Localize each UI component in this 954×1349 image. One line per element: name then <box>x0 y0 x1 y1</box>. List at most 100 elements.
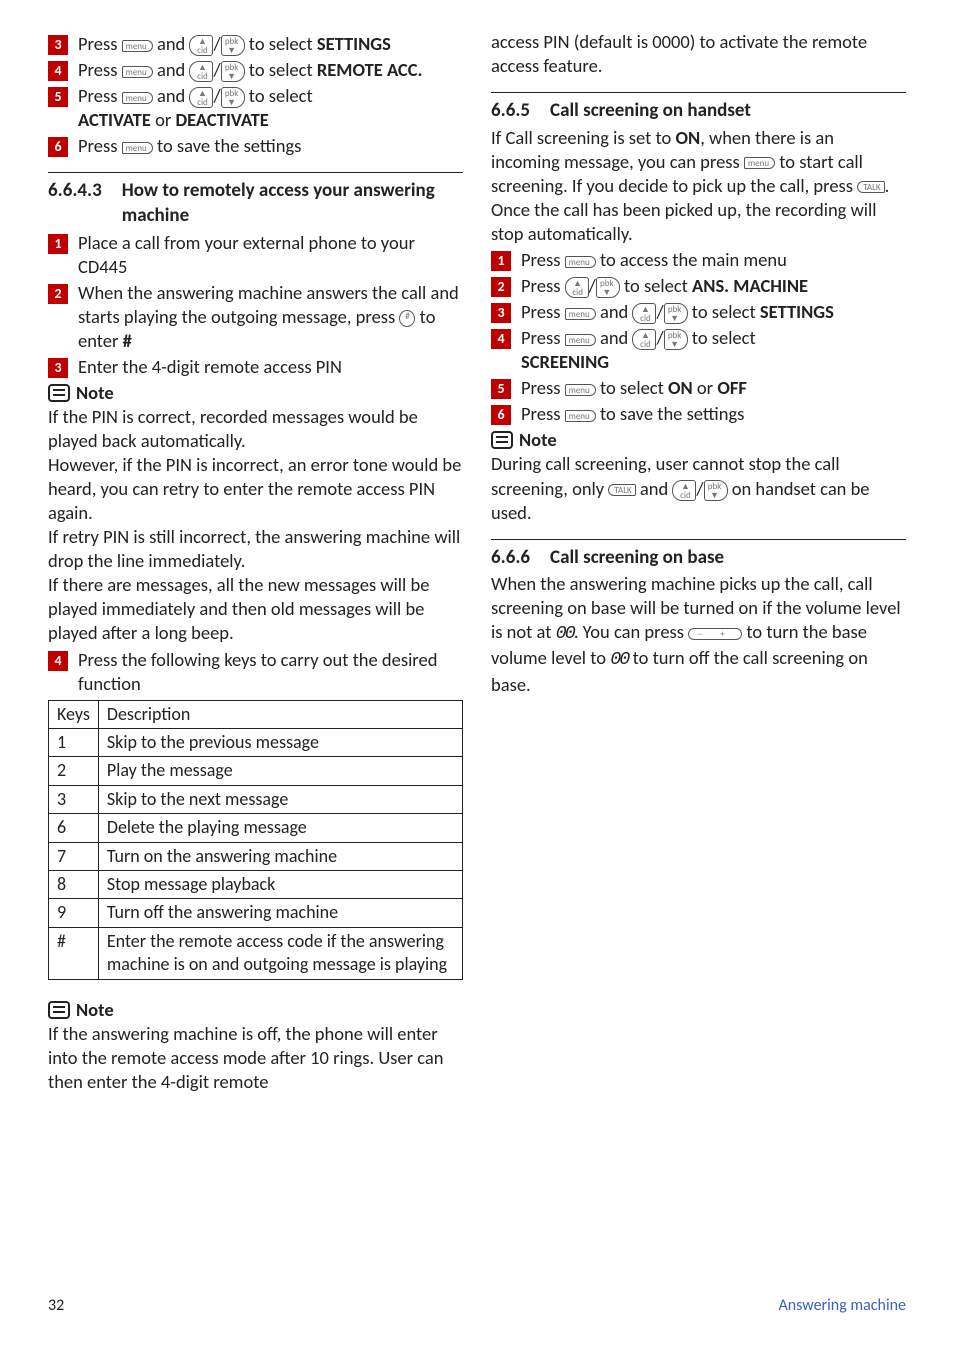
step-number-2: 2 <box>491 277 511 297</box>
table-row: 9Turn off the answering machine <box>49 899 463 927</box>
step-number-3b: 3 <box>48 358 68 378</box>
text: to select <box>249 32 313 55</box>
right-column: access PIN (default is 0000) to activate… <box>491 30 906 1094</box>
text: and <box>640 477 668 500</box>
step-5: 5 Press menu and ▲cid/pbk▼ to select ACT… <box>48 84 463 132</box>
menu-key-icon: menu <box>565 256 596 268</box>
step-number-6: 6 <box>491 405 511 425</box>
r-step-4: 4 Press menu and ▲cid/pbk▼ to select SCR… <box>491 326 906 374</box>
up-key-icon: ▲cid <box>672 480 696 501</box>
target: SETTINGS <box>760 300 834 323</box>
hash-key-icon: # <box>399 310 415 327</box>
down-key-icon: pbk▼ <box>221 35 245 56</box>
up-key-icon: ▲cid <box>189 35 213 56</box>
text: to select <box>600 376 664 399</box>
target-a: ACTIVATE <box>78 108 151 131</box>
up-key-icon: ▲cid <box>632 329 656 350</box>
heading-665: 6.6.5 Call screening on handset <box>491 99 906 124</box>
heading-title: Call screening on handset <box>550 99 751 124</box>
text: and <box>157 58 185 81</box>
step-4b: 4 Press the following keys to carry out … <box>48 648 463 696</box>
step-number-1: 1 <box>491 251 511 271</box>
step-3b: 3 Enter the 4-digit remote access PIN <box>48 355 463 379</box>
step-number-3: 3 <box>48 35 68 55</box>
text: and <box>600 326 628 349</box>
down-key-icon: pbk▼ <box>221 61 245 82</box>
step-3: 3 Press menu and ▲cid/pbk▼ to select SET… <box>48 32 463 56</box>
step-1: 1 Place a call from your external phone … <box>48 231 463 279</box>
step-number-2: 2 <box>48 284 68 304</box>
note-label: Note <box>76 381 114 405</box>
text: Press the following keys to carry out th… <box>78 648 463 696</box>
segment-display: 00 <box>610 649 628 670</box>
table-row: #Enter the remote access code if the ans… <box>49 927 463 979</box>
heading-6643: 6.6.4.3 How to remotely access your answ… <box>48 179 463 228</box>
step-number-3: 3 <box>491 303 511 323</box>
text: Press <box>521 376 560 399</box>
hash: # <box>123 329 132 352</box>
note-icon <box>48 384 70 402</box>
note-body-r: During call screening, user cannot stop … <box>491 452 906 524</box>
note-label: Note <box>519 428 557 452</box>
menu-key-icon: menu <box>122 92 153 104</box>
volume-key-icon: − + <box>688 628 742 640</box>
text: . You can press <box>574 620 684 643</box>
menu-key-icon: menu <box>744 157 775 169</box>
paragraph-665: If Call screening is set to ON, when the… <box>491 126 906 246</box>
text: and <box>600 300 628 323</box>
step-6: 6 Press menu to save the settings <box>48 134 463 158</box>
step-number-4b: 4 <box>48 651 68 671</box>
r-step-2: 2 Press ▲cid/pbk▼ to select ANS. MACHINE <box>491 274 906 298</box>
target: SETTINGS <box>317 32 391 55</box>
cell-desc: Stop message playback <box>98 870 462 898</box>
menu-key-icon: menu <box>122 66 153 78</box>
up-key-icon: ▲cid <box>632 303 656 324</box>
table-row: 1Skip to the previous message <box>49 728 463 756</box>
cell-key: # <box>49 927 99 979</box>
menu-key-icon: menu <box>122 40 153 52</box>
r-step-5: 5 Press menu to select ON or OFF <box>491 376 906 400</box>
text: to select <box>692 300 756 323</box>
heading-num: 6.6.4.3 <box>48 179 102 228</box>
divider <box>491 539 906 540</box>
segment-display: 00 <box>556 623 574 644</box>
step-2: 2 When the answering machine answers the… <box>48 281 463 353</box>
menu-key-icon: menu <box>122 142 153 154</box>
text: to access the main menu <box>600 248 787 271</box>
step-number-4: 4 <box>491 329 511 349</box>
text: to select <box>249 84 313 107</box>
talk-key-icon: TALK <box>608 484 635 496</box>
text: Press <box>521 326 560 349</box>
r-step-3: 3 Press menu and ▲cid/pbk▼ to select SET… <box>491 300 906 324</box>
note-icon <box>48 1001 70 1019</box>
text: Press <box>521 248 560 271</box>
cell-key: 6 <box>49 814 99 842</box>
talk-key-icon: TALK <box>857 181 884 193</box>
note-heading-r: Note <box>491 428 906 452</box>
r-step-1: 1 Press menu to access the main menu <box>491 248 906 272</box>
text: Press <box>78 58 117 81</box>
cell-key: 8 <box>49 870 99 898</box>
off: OFF <box>717 376 747 399</box>
step-number-5: 5 <box>491 379 511 399</box>
cell-key: 3 <box>49 785 99 813</box>
target: SCREENING <box>521 350 609 373</box>
th-desc: Description <box>98 700 462 728</box>
heading-666: 6.6.6 Call screening on base <box>491 546 906 571</box>
or: or <box>155 108 171 131</box>
down-key-icon: pbk▼ <box>704 480 728 501</box>
step-number-1: 1 <box>48 234 68 254</box>
heading-title: Call screening on base <box>550 546 724 571</box>
table-row: 6Delete the playing message <box>49 814 463 842</box>
text: Press <box>521 300 560 323</box>
cell-desc: Skip to the previous message <box>98 728 462 756</box>
menu-key-icon: menu <box>565 334 596 346</box>
page-number: 32 <box>48 1296 64 1315</box>
continuation-text: access PIN (default is 0000) to activate… <box>491 30 906 78</box>
down-key-icon: pbk▼ <box>664 303 688 324</box>
text: to save the settings <box>600 402 744 425</box>
or: or <box>697 376 713 399</box>
table-row: 8Stop message playback <box>49 870 463 898</box>
cell-desc: Turn on the answering machine <box>98 842 462 870</box>
cell-key: 9 <box>49 899 99 927</box>
